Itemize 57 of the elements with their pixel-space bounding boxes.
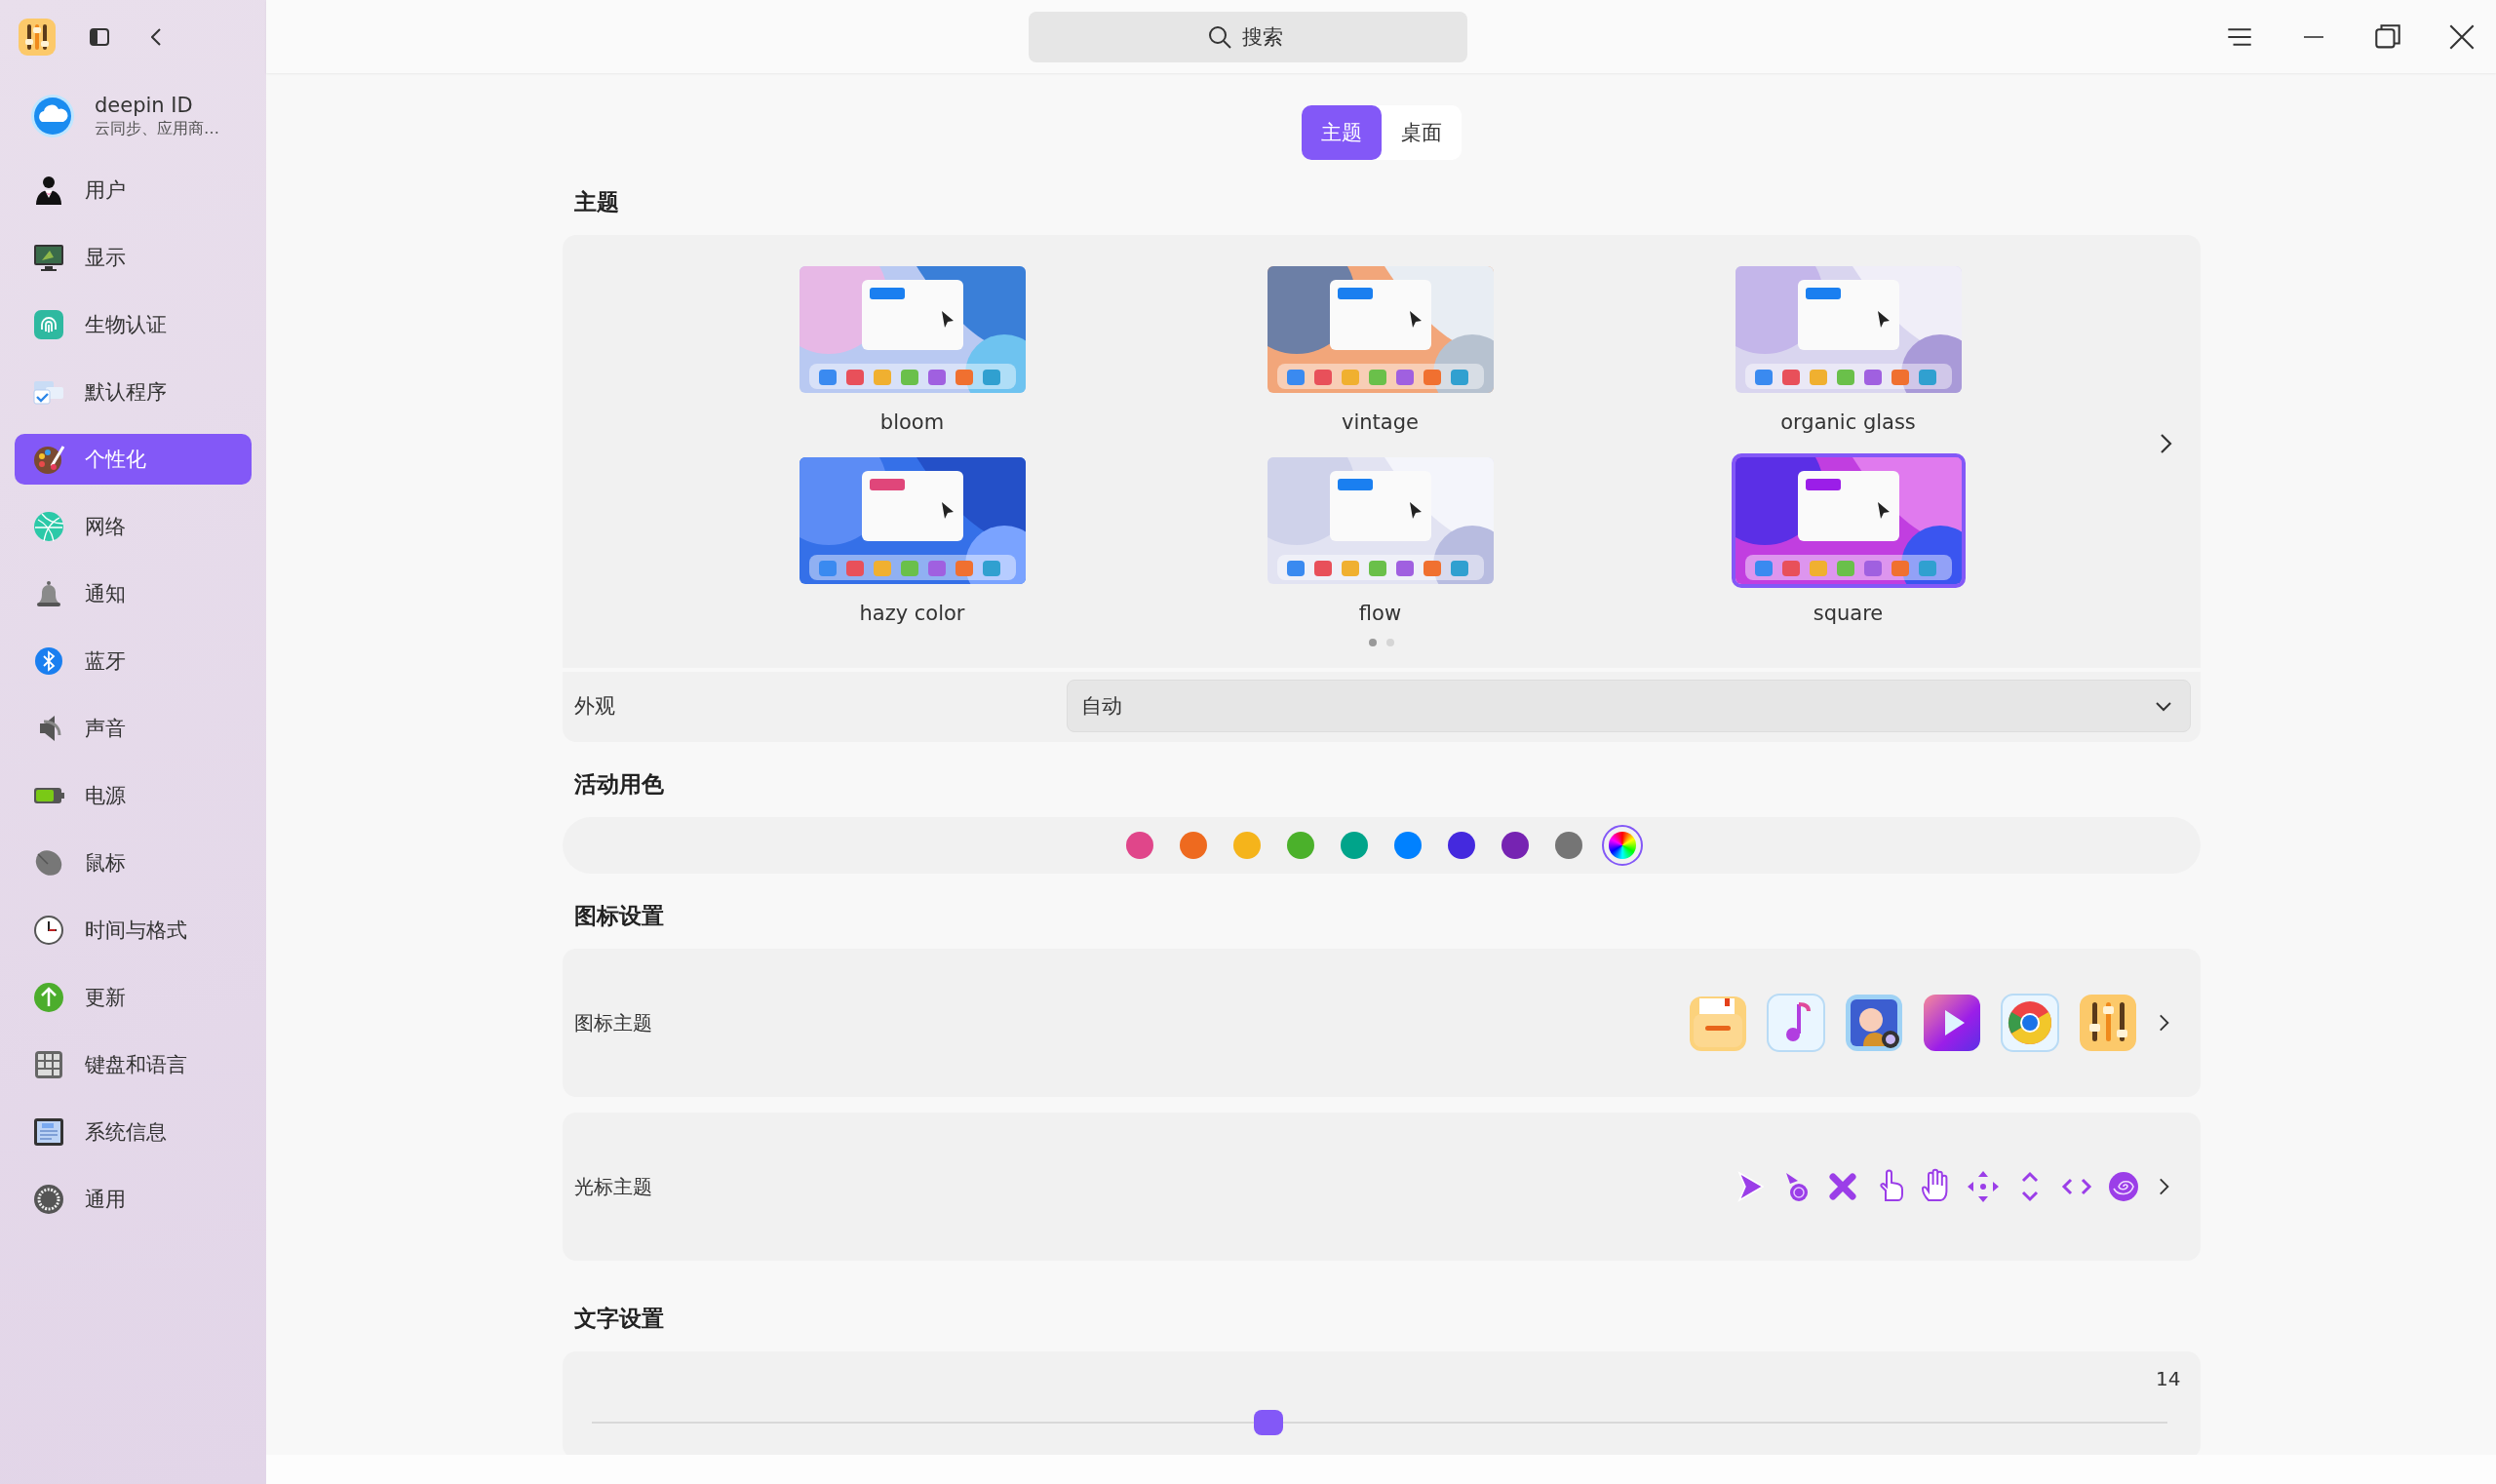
custom-color-swatch[interactable]	[1602, 825, 1643, 866]
search-field[interactable]: 搜索	[1029, 11, 1467, 62]
section-heading: 主题	[573, 188, 620, 216]
section-heading: 文字设置	[573, 1305, 665, 1333]
page-dot[interactable]	[1368, 639, 1377, 646]
sidebar-item[interactable]: 时间与格式	[15, 905, 252, 956]
setting-label: 光标主题	[573, 1173, 653, 1200]
fingerprint-icon	[32, 308, 65, 341]
cloud-icon[interactable]	[30, 94, 75, 138]
theme-name: square	[1813, 602, 1884, 625]
sidebar-item[interactable]: 更新	[15, 972, 252, 1023]
section-heading: 图标设置	[573, 902, 665, 930]
theme-preview[interactable]	[1731, 453, 1966, 588]
sidebar-item[interactable]: 生物认证	[15, 299, 252, 350]
sidebar-item[interactable]: 蓝牙	[15, 636, 252, 686]
bluetooth-icon	[32, 644, 65, 678]
sidebar-item[interactable]: 键盘和语言	[15, 1039, 252, 1090]
sidebar-item[interactable]: 通用	[15, 1174, 252, 1225]
search-icon	[1207, 23, 1232, 50]
restore-icon	[2375, 23, 2400, 50]
close-button[interactable]	[2449, 23, 2475, 50]
setting-label: 外观	[572, 693, 616, 720]
sidebar-item[interactable]: 系统信息	[15, 1107, 252, 1157]
font-size-value: 14	[2156, 1367, 2181, 1390]
document-panel-icon	[32, 1115, 65, 1149]
theme-name: organic glass	[1780, 410, 1916, 434]
sidebar-item[interactable]: 个性化	[15, 434, 252, 485]
sidebar-item[interactable]: 用户	[15, 165, 252, 215]
keyboard-icon	[32, 1048, 65, 1081]
sidebar-item[interactable]: 显示	[15, 232, 252, 283]
equalizer-icon[interactable]	[18, 17, 57, 57]
theme-name: bloom	[879, 410, 945, 434]
close-icon	[2449, 23, 2475, 50]
sidebar-item[interactable]: 鼠标	[15, 838, 252, 888]
theme-name: flow	[1358, 602, 1402, 625]
tab[interactable]: 主题	[1301, 105, 1382, 160]
section-heading: 活动用色	[573, 770, 665, 799]
appearance-dropdown[interactable]: 自动	[1066, 680, 2191, 732]
tab[interactable]: 桌面	[1381, 105, 1462, 160]
theme-name: hazy color	[859, 602, 965, 625]
setting-label: 图标主题	[573, 1009, 653, 1036]
minimize-icon	[2304, 35, 2323, 38]
theme-name: vintage	[1342, 410, 1419, 434]
account-subtitle: 云同步、应用商…	[95, 118, 219, 139]
sidebar-item[interactable]: 网络	[15, 501, 252, 552]
sidebar-item[interactable]: 电源	[15, 770, 252, 821]
maximize-button[interactable]	[2375, 23, 2400, 50]
slider-thumb[interactable]	[1254, 1410, 1284, 1435]
gear-icon	[32, 1183, 65, 1216]
back-icon	[151, 27, 161, 46]
clock-icon	[32, 914, 65, 947]
sidebar-item[interactable]: 声音	[15, 703, 252, 754]
sidebar-item[interactable]: 默认程序	[15, 367, 252, 417]
account-name[interactable]: deepin ID	[95, 93, 219, 117]
globe-icon	[32, 510, 65, 543]
page-dot[interactable]	[1385, 639, 1394, 646]
sidebar-item[interactable]: 通知	[15, 568, 252, 619]
